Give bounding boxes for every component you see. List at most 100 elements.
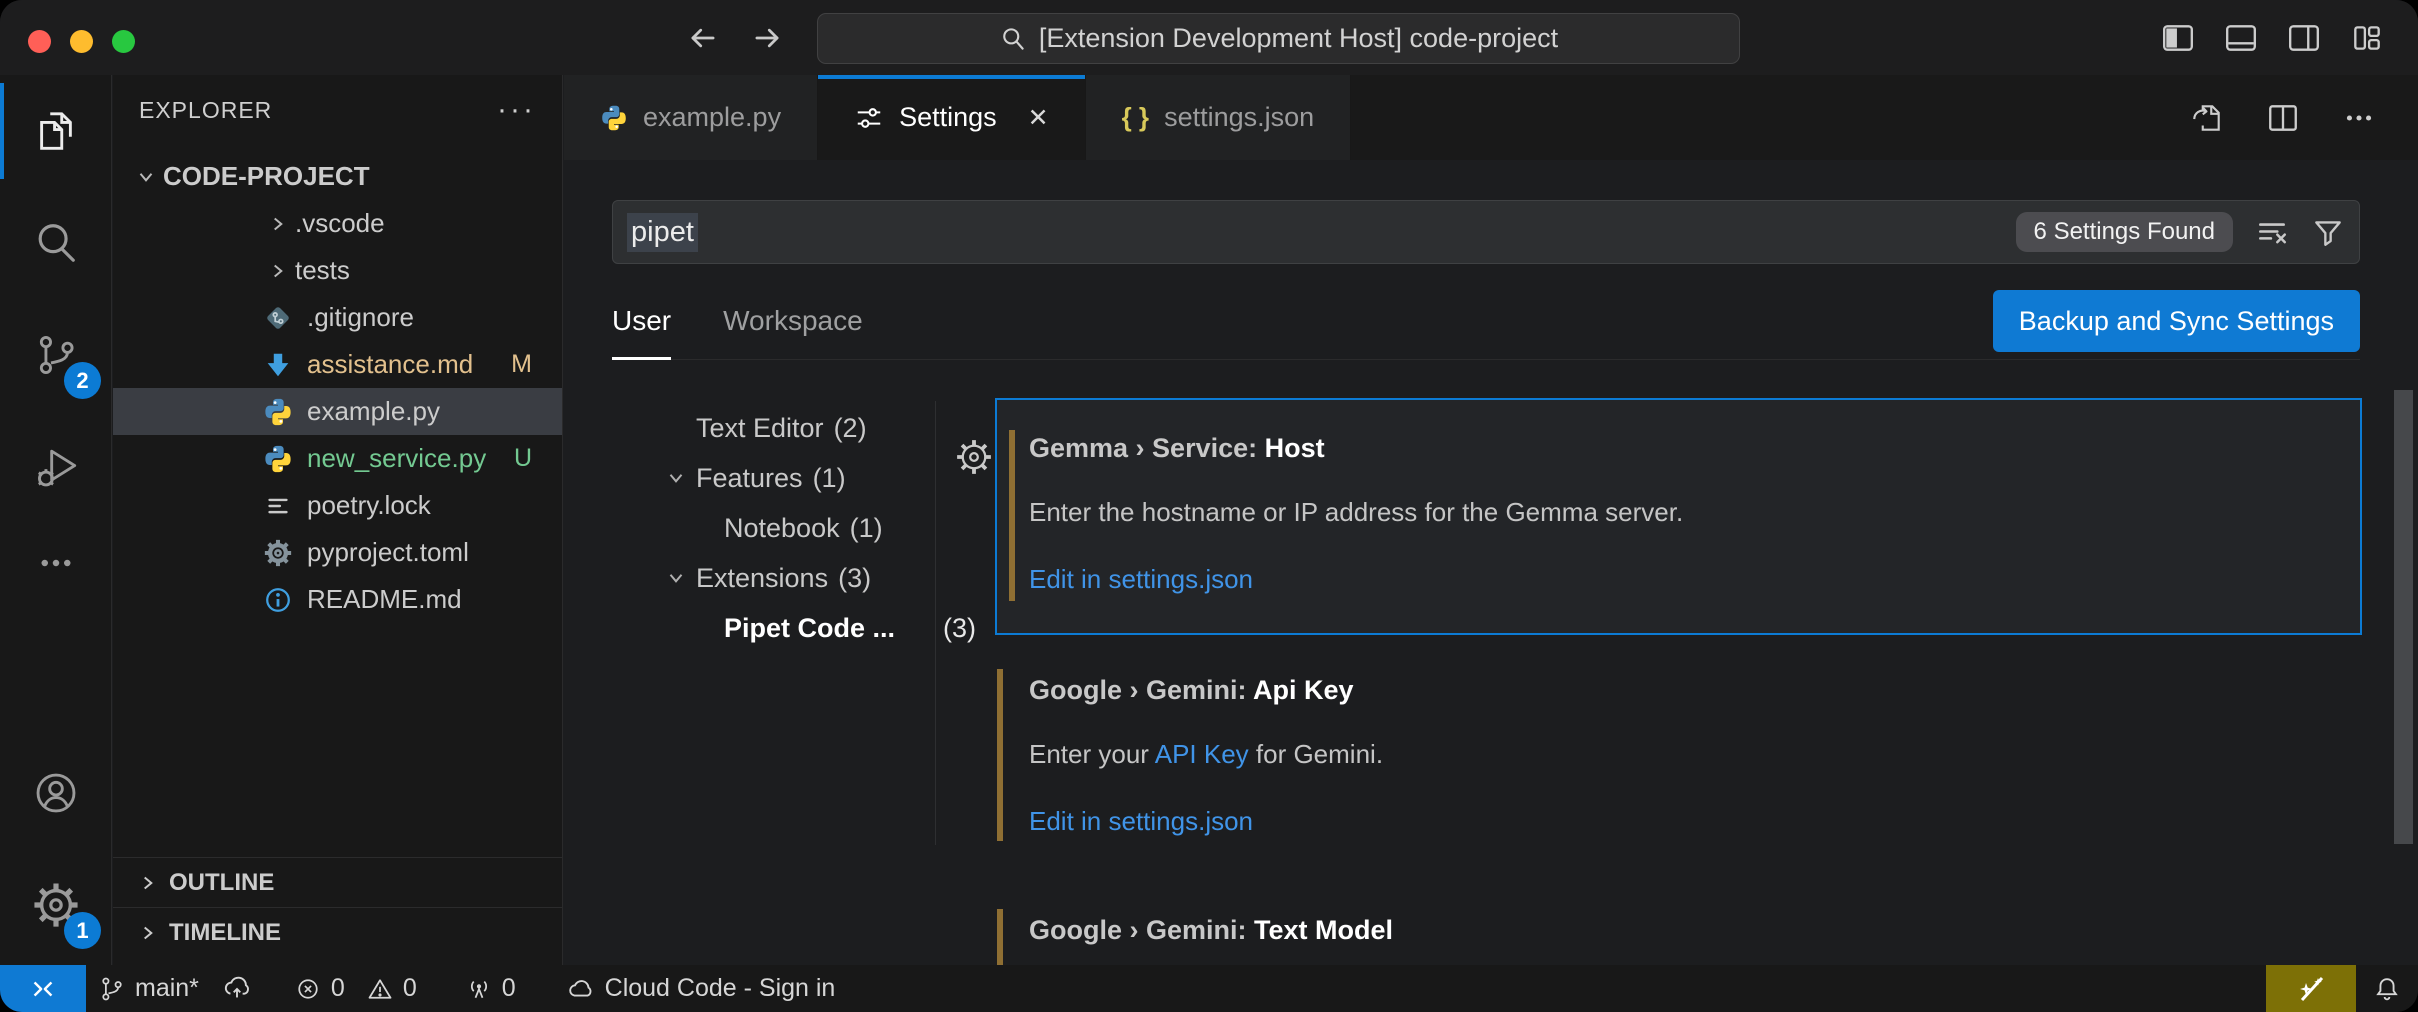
- source-control-activity-button[interactable]: 2: [0, 299, 111, 411]
- tree-item-tests[interactable]: tests: [113, 247, 562, 294]
- settings-scrollbar[interactable]: [2394, 390, 2413, 844]
- zoom-window-button[interactable]: [112, 30, 135, 53]
- remote-icon: [28, 974, 58, 1004]
- more-views-button[interactable]: [0, 523, 111, 603]
- explorer-activity-button[interactable]: [0, 75, 111, 187]
- branch-status-item[interactable]: main*: [98, 974, 252, 1004]
- toc-item-notebook[interactable]: Notebook(1): [612, 503, 982, 553]
- settings-toc: Text Editor(2) Features(1) Notebook(1): [612, 403, 982, 653]
- accounts-button[interactable]: [0, 737, 111, 849]
- explorer-sidebar: EXPLORER ··· CODE-PROJECT .vscode test: [113, 75, 563, 965]
- ports-status-item[interactable]: 0: [465, 974, 516, 1003]
- search-icon: [33, 220, 79, 266]
- run-debug-icon: [33, 444, 79, 490]
- filter-settings-icon[interactable]: [2311, 215, 2345, 249]
- command-center[interactable]: [Extension Development Host] code-projec…: [817, 13, 1740, 64]
- outline-section-header[interactable]: OUTLINE: [113, 857, 562, 907]
- toc-item-text-editor[interactable]: Text Editor(2): [612, 403, 982, 453]
- timeline-section-header[interactable]: TIMELINE: [113, 907, 562, 957]
- setting-gemma-service-host[interactable]: Gemma › Service: Host Enter the hostname…: [995, 398, 2362, 635]
- modified-indicator: [997, 909, 1003, 965]
- settings-count-badge: 6 Settings Found: [2016, 212, 2233, 252]
- edit-in-settings-json-link[interactable]: Edit in settings.json: [1029, 564, 2360, 595]
- gear-icon: [261, 539, 295, 567]
- tree-item-assistance-md[interactable]: assistance.md M: [113, 341, 562, 388]
- close-window-button[interactable]: [28, 30, 51, 53]
- toc-item-features[interactable]: Features(1): [612, 453, 982, 503]
- problems-status-item[interactable]: 0 0: [294, 974, 417, 1003]
- sync-changes-icon[interactable]: [222, 974, 252, 1004]
- python-icon: [600, 104, 628, 132]
- settings-search-value: pipet: [627, 213, 698, 252]
- manage-settings-button[interactable]: 1: [0, 849, 111, 961]
- settings-editor: pipet 6 Settings Found User Workspace Ba…: [564, 160, 2418, 965]
- forward-arrow-icon[interactable]: [749, 20, 785, 56]
- git-icon: [261, 303, 295, 333]
- chevron-right-icon: [261, 213, 295, 235]
- toggle-panel-icon[interactable]: [2224, 21, 2258, 55]
- window-controls: [28, 30, 135, 53]
- scope-tab-workspace[interactable]: Workspace: [723, 305, 863, 347]
- activity-bar: 2 1: [0, 75, 112, 965]
- clear-settings-search-icon[interactable]: [2255, 215, 2289, 249]
- errors-icon: [294, 975, 322, 1003]
- api-key-link[interactable]: API Key: [1155, 739, 1249, 769]
- remote-indicator[interactable]: [0, 965, 86, 1012]
- scope-tab-user[interactable]: User: [612, 305, 671, 347]
- json-braces-icon: { }: [1122, 102, 1149, 133]
- chevron-down-icon: [129, 166, 163, 188]
- tree-item-pyproject-toml[interactable]: pyproject.toml: [113, 529, 562, 576]
- chevron-down-icon: [656, 467, 696, 489]
- toc-divider: [935, 401, 936, 845]
- tree-item-vscode[interactable]: .vscode: [113, 200, 562, 247]
- toggle-secondary-sidebar-icon[interactable]: [2287, 21, 2321, 55]
- vscode-window: [Extension Development Host] code-projec…: [0, 0, 2418, 1012]
- chevron-right-icon: [261, 260, 295, 282]
- explorer-more-actions-icon[interactable]: ···: [497, 93, 536, 127]
- setting-google-gemini-text-model[interactable]: Google › Gemini: Text Model: [995, 901, 2362, 965]
- files-icon: [33, 108, 79, 154]
- toc-item-extensions[interactable]: Extensions(3): [612, 553, 982, 603]
- tab-settings[interactable]: Settings ✕: [818, 75, 1086, 160]
- run-debug-activity-button[interactable]: [0, 411, 111, 523]
- open-settings-json-icon[interactable]: [2190, 101, 2224, 135]
- tree-root-code-project[interactable]: CODE-PROJECT: [113, 153, 562, 200]
- tree-item-poetry-lock[interactable]: poetry.lock: [113, 482, 562, 529]
- toc-item-pipet-code[interactable]: Pipet Code ...(3): [612, 603, 982, 653]
- setting-google-gemini-api-key[interactable]: Google › Gemini: Api Key Enter your API …: [995, 659, 2362, 859]
- search-icon: [999, 25, 1027, 53]
- explorer-title: EXPLORER: [139, 97, 272, 124]
- setting-description: Enter the hostname or IP address for the…: [1029, 497, 2360, 528]
- search-activity-button[interactable]: [0, 187, 111, 299]
- close-tab-icon[interactable]: ✕: [1028, 103, 1049, 133]
- customize-layout-icon[interactable]: [2350, 21, 2384, 55]
- code-assist-status-button[interactable]: [2266, 965, 2356, 1012]
- settings-search-input[interactable]: pipet 6 Settings Found: [612, 200, 2360, 264]
- settings-list: Gemma › Service: Host Enter the hostname…: [995, 395, 2362, 965]
- edit-in-settings-json-link[interactable]: Edit in settings.json: [1029, 806, 2362, 837]
- back-arrow-icon[interactable]: [685, 20, 721, 56]
- git-status-badge: M: [511, 350, 532, 379]
- lock-file-lines-icon: [261, 491, 295, 521]
- split-editor-icon[interactable]: [2266, 101, 2300, 135]
- ellipsis-icon: [36, 543, 76, 583]
- broadcast-tower-icon: [465, 975, 493, 1003]
- tab-example-py[interactable]: example.py: [564, 75, 818, 160]
- cloud-code-status-item[interactable]: Cloud Code - Sign in: [566, 974, 836, 1004]
- toggle-sidebar-icon[interactable]: [2161, 21, 2195, 55]
- editor-area: example.py Settings ✕ { } settings.json: [564, 75, 2418, 965]
- setting-title: Google › Gemini: Api Key: [1029, 675, 2362, 706]
- notifications-bell-icon[interactable]: [2356, 965, 2418, 1012]
- setting-gear-icon[interactable]: [956, 439, 992, 475]
- tree-item-readme-md[interactable]: README.md: [113, 576, 562, 623]
- branch-icon: [98, 975, 126, 1003]
- python-icon: [261, 397, 295, 427]
- backup-sync-settings-button[interactable]: Backup and Sync Settings: [1993, 290, 2360, 352]
- tree-item-new-service-py[interactable]: new_service.py U: [113, 435, 562, 482]
- tab-settings-json[interactable]: { } settings.json: [1086, 75, 1352, 160]
- minimize-window-button[interactable]: [70, 30, 93, 53]
- tree-item-example-py[interactable]: example.py: [113, 388, 562, 435]
- settings-badge: 1: [64, 912, 101, 949]
- editor-more-actions-icon[interactable]: [2342, 101, 2376, 135]
- tree-item-gitignore[interactable]: .gitignore: [113, 294, 562, 341]
